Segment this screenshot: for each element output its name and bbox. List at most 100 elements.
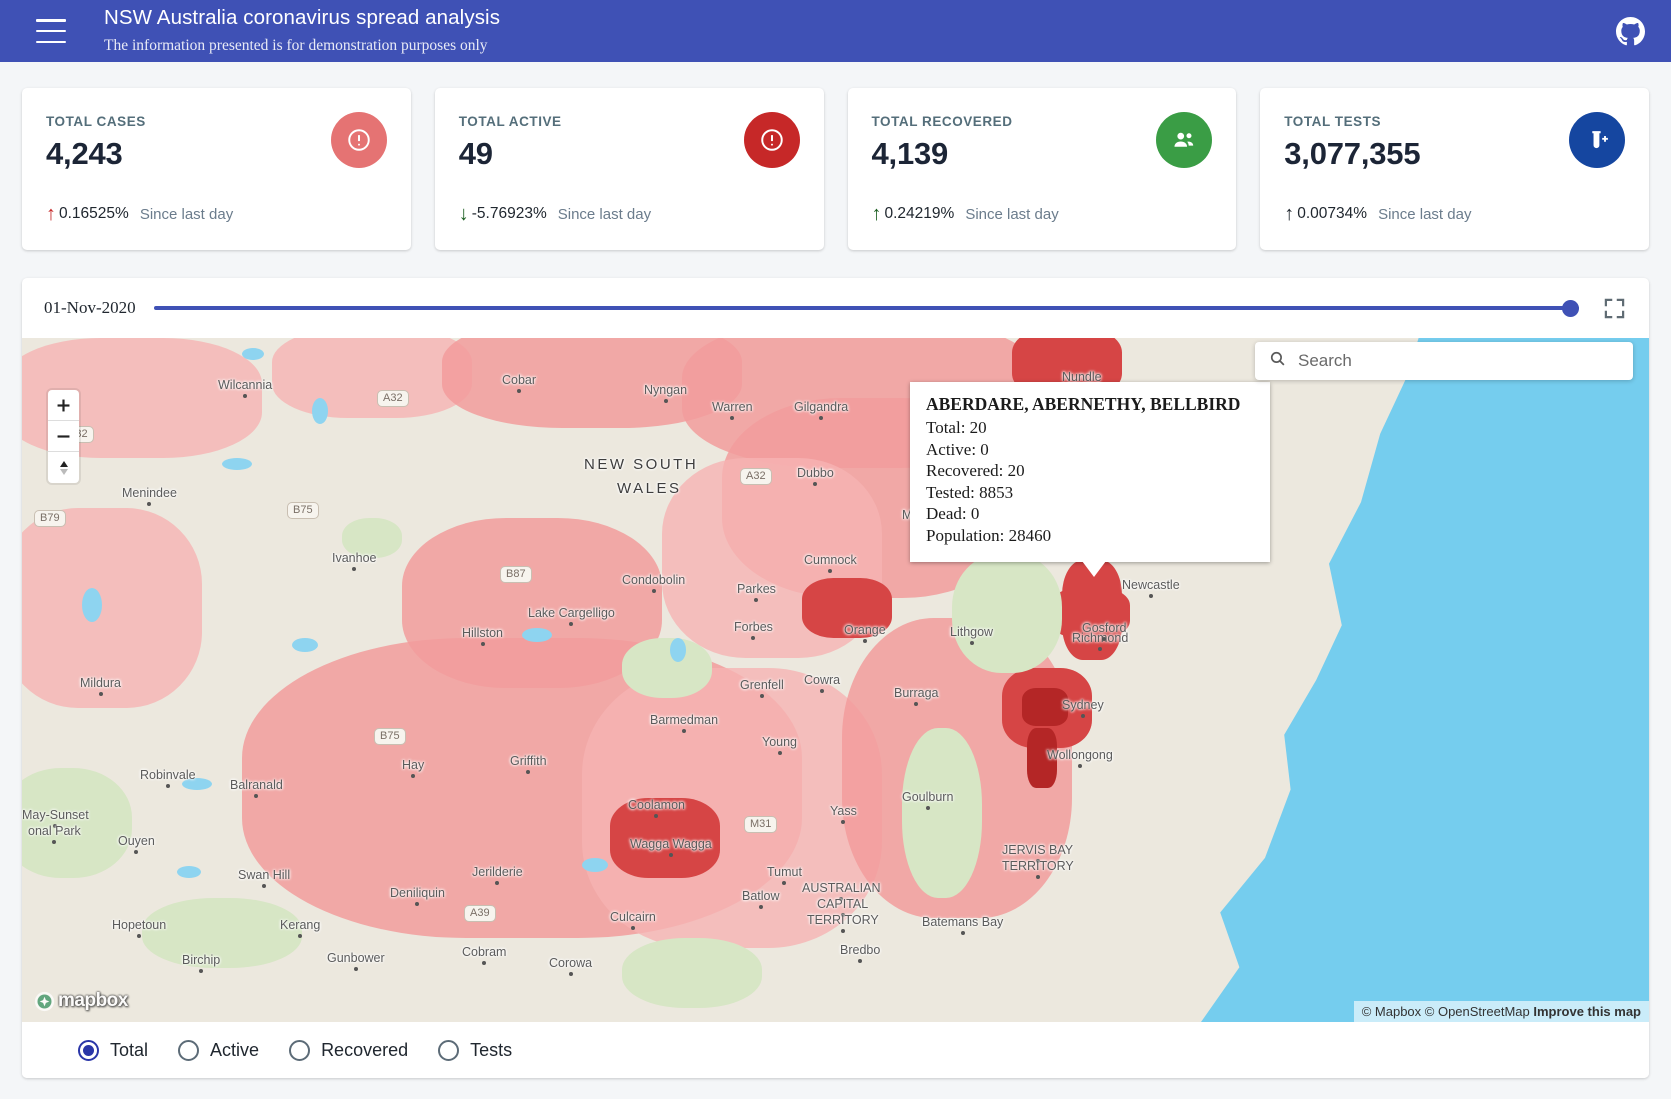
zoom-out-button[interactable]: [48, 421, 79, 452]
stat-card-total-active: TOTAL ACTIVE 49 ↓ -5.76923% Since last d…: [435, 88, 824, 250]
improve-map-link[interactable]: Improve this map: [1533, 1004, 1641, 1019]
map-canvas[interactable]: WilcanniaCobarNynganGilgandraWarrenNundl…: [22, 338, 1649, 1022]
map-place-label: Tumut: [767, 865, 802, 885]
map-place-label: Nyngan: [644, 383, 687, 403]
map-road-shield: A32: [377, 390, 409, 407]
map-place-label: Wollongong: [1047, 748, 1113, 768]
slider-thumb[interactable]: [1562, 300, 1579, 317]
stat-card-total-recovered: TOTAL RECOVERED 4,139 ↑ 0.24219% Since l…: [848, 88, 1237, 250]
slider-track[interactable]: [154, 306, 1579, 310]
map-road-shield: B75: [374, 728, 406, 745]
arrow-up-icon: ↑: [1284, 204, 1294, 224]
radio-option-recovered[interactable]: Recovered: [289, 1040, 408, 1061]
map-place-label: TERRITORY: [1002, 859, 1074, 879]
page-subtitle: The information presented is for demonst…: [104, 34, 500, 58]
map-attribution: © Mapbox © OpenStreetMap Improve this ma…: [1354, 1001, 1649, 1022]
map-park: [622, 638, 712, 698]
radio-option-total[interactable]: Total: [78, 1040, 148, 1061]
card-delta: ↑ 0.24219% Since last day: [872, 204, 1059, 224]
popup-line-total: Total: 20: [926, 417, 1254, 439]
radio-label: Tests: [470, 1040, 512, 1061]
mapbox-logo[interactable]: mapbox: [34, 990, 128, 1012]
map-place-label: Parkes: [737, 582, 776, 602]
hamburger-menu-icon[interactable]: [36, 19, 66, 43]
compass-icon[interactable]: [48, 452, 79, 483]
map-place-label: Cobar: [502, 373, 536, 393]
card-delta-note: Since last day: [965, 206, 1058, 223]
people-icon: [1156, 112, 1212, 168]
attribution-text: © Mapbox © OpenStreetMap: [1362, 1004, 1534, 1019]
popup-title: ABERDARE, ABERNETHY, BELLBIRD: [926, 394, 1254, 415]
map-feature-popup: ABERDARE, ABERNETHY, BELLBIRD Total: 20 …: [910, 382, 1270, 562]
map-lake: [177, 866, 201, 878]
map-lake: [670, 638, 686, 662]
map-place-label: Lake Cargelligo: [528, 606, 615, 626]
map-place-label: Hay: [402, 758, 424, 778]
popup-line-population: Population: 28460: [926, 525, 1254, 547]
radio-circle-icon[interactable]: [78, 1040, 99, 1061]
map-place-label: Goulburn: [902, 790, 953, 810]
radio-circle-icon[interactable]: [289, 1040, 310, 1061]
radio-option-tests[interactable]: Tests: [438, 1040, 512, 1061]
radio-circle-icon[interactable]: [178, 1040, 199, 1061]
card-delta-value: 0.24219%: [885, 205, 955, 223]
map-place-label: Gosford: [1082, 621, 1126, 641]
card-delta: ↓ -5.76923% Since last day: [459, 204, 651, 224]
map-place-label: Deniliquin: [390, 886, 445, 906]
map-place-label: Robinvale: [140, 768, 196, 788]
stat-card-total-tests: TOTAL TESTS 3,077,355 ↑ 0.00734% Since l…: [1260, 88, 1649, 250]
map-lake: [312, 398, 328, 424]
map-place-label: Grenfell: [740, 678, 784, 698]
map-place-label: Orange: [844, 623, 886, 643]
radio-option-active[interactable]: Active: [178, 1040, 259, 1061]
map-search-box[interactable]: [1255, 342, 1633, 380]
map-place-label: Wilcannia: [218, 378, 272, 398]
map-lake: [242, 348, 264, 360]
alert-circle-icon: [744, 112, 800, 168]
map-road-shield: B87: [500, 566, 532, 583]
timeline-row: 01-Nov-2020: [22, 278, 1649, 338]
map-panel: 01-Nov-2020: [22, 278, 1649, 1078]
search-icon: [1269, 350, 1286, 372]
map-place-label: Swan Hill: [238, 868, 290, 888]
map-place-label: TERRITORY: [807, 913, 879, 933]
map-place-label: Culcairn: [610, 910, 656, 930]
arrow-up-icon: ↑: [46, 204, 56, 224]
radio-label: Recovered: [321, 1040, 408, 1061]
map-place-label: Warren: [712, 400, 753, 420]
map-place-label: Batlow: [742, 889, 780, 909]
card-delta-note: Since last day: [1378, 206, 1471, 223]
test-tube-icon: [1569, 112, 1625, 168]
map-road-shield: A39: [464, 905, 496, 922]
map-place-label: Corowa: [549, 956, 592, 976]
map-zoom-controls[interactable]: [48, 390, 79, 483]
github-icon[interactable]: [1607, 8, 1653, 54]
map-road-shield: B75: [287, 502, 319, 519]
map-place-label: Dubbo: [797, 466, 834, 486]
popup-line-active: Active: 0: [926, 439, 1254, 461]
map-lake: [582, 858, 608, 872]
map-place-label: Bredbo: [840, 943, 880, 963]
fullscreen-icon[interactable]: [1597, 291, 1631, 325]
radio-label: Active: [210, 1040, 259, 1061]
mapbox-logo-text: mapbox: [58, 990, 128, 1012]
map-place-label: Balranald: [230, 778, 283, 798]
radio-circle-icon[interactable]: [438, 1040, 459, 1061]
map-road-shield: B79: [34, 510, 66, 527]
arrow-down-icon: ↓: [459, 204, 469, 224]
map-road-shield: M31: [744, 816, 777, 833]
map-place-label: Newcastle: [1122, 578, 1180, 598]
popup-line-dead: Dead: 0: [926, 503, 1254, 525]
zoom-in-button[interactable]: [48, 390, 79, 421]
alert-circle-icon: [331, 112, 387, 168]
popup-line-tested: Tested: 8853: [926, 482, 1254, 504]
map-place-label: Gilgandra: [794, 400, 848, 420]
map-place-label: Menindee: [122, 486, 177, 506]
timeline-slider[interactable]: [154, 295, 1579, 321]
map-place-label: Cobram: [462, 945, 506, 965]
search-input[interactable]: [1298, 351, 1619, 371]
map-place-label: Lithgow: [950, 625, 993, 645]
map-place-label: Jerilderie: [472, 865, 523, 885]
card-delta-value: 0.00734%: [1297, 205, 1367, 223]
map-place-label: Yass: [830, 804, 857, 824]
